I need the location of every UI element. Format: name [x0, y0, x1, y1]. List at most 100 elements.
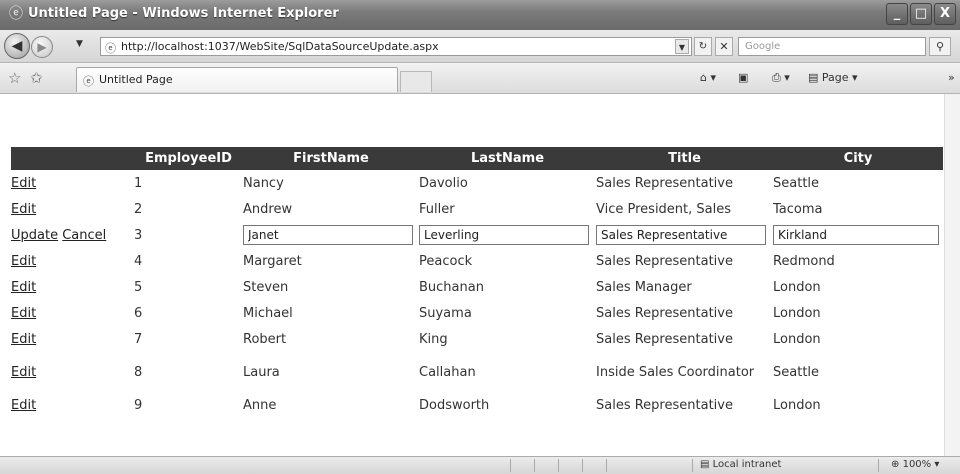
intranet-icon: ▤: [700, 459, 710, 470]
lastname-edit-cell: [419, 222, 596, 248]
command-cell: Edit: [11, 248, 134, 274]
tab-toolbar: ☆ ✩ ⓔ Untitled Page ⌂ ▾ ▣ ⎙ ▾ ▤ Page ▾ »: [0, 63, 960, 94]
status-divider: [510, 459, 511, 472]
page-menu-button[interactable]: ▤ Page ▾: [808, 71, 858, 84]
vertical-scrollbar[interactable]: [944, 94, 960, 456]
page-menu-label: Page: [821, 71, 849, 84]
city-cell: London: [773, 331, 821, 347]
address-dropdown-button[interactable]: ▼: [675, 39, 689, 54]
firstname-cell: Anne: [243, 397, 277, 413]
search-placeholder: Google: [745, 41, 781, 52]
search-input[interactable]: Google: [738, 37, 926, 56]
city-cell: London: [773, 279, 821, 295]
tab-label: Untitled Page: [99, 73, 173, 86]
firstname-input[interactable]: [243, 225, 413, 245]
edit-link[interactable]: Edit: [11, 254, 36, 269]
edit-link[interactable]: Edit: [11, 306, 36, 321]
stop-button[interactable]: ✕: [715, 37, 733, 56]
column-header-commands: [11, 147, 134, 170]
title-cell: Sales Representative: [596, 175, 733, 191]
page-content: EmployeeID FirstName LastName Title City…: [0, 94, 944, 456]
search-button[interactable]: ⚲: [929, 37, 951, 56]
city-cell: Seattle: [773, 364, 820, 380]
edit-link[interactable]: Edit: [11, 202, 36, 217]
employees-gridview: EmployeeID FirstName LastName Title City…: [11, 147, 943, 418]
table-row: Edit 6 Michael Suyama Sales Representati…: [11, 300, 943, 326]
table-row: Edit 8 Laura Callahan Inside Sales Coord…: [11, 352, 943, 392]
print-icon[interactable]: ⎙ ▾: [772, 71, 790, 85]
ie-page-icon: ⓔ: [83, 75, 94, 88]
table-row: Edit 4 Margaret Peacock Sales Representa…: [11, 248, 943, 274]
firstname-cell: Margaret: [243, 253, 302, 269]
forward-button[interactable]: ▶: [31, 36, 53, 58]
security-zone[interactable]: ▤ Local intranet: [700, 459, 781, 470]
edit-link[interactable]: Edit: [11, 398, 36, 413]
column-header-firstname[interactable]: FirstName: [243, 147, 419, 170]
edit-link[interactable]: Edit: [11, 365, 36, 380]
title-cell: Sales Representative: [596, 331, 733, 347]
title-cell: Inside Sales Coordinator: [596, 364, 755, 380]
edit-link[interactable]: Edit: [11, 176, 36, 191]
cancel-link[interactable]: Cancel: [62, 228, 106, 243]
close-button[interactable]: X: [934, 3, 956, 25]
table-row: Edit 2 Andrew Fuller Vice President, Sal…: [11, 196, 943, 222]
lastname-cell: Suyama: [419, 305, 472, 321]
lastname-input[interactable]: [419, 225, 589, 245]
ie-logo-icon: ⓔ: [9, 6, 23, 22]
firstname-cell: Laura: [243, 364, 280, 380]
refresh-button[interactable]: ↻: [694, 37, 712, 56]
edit-link[interactable]: Edit: [11, 332, 36, 347]
more-chevron-icon[interactable]: »: [948, 71, 955, 84]
zoom-control[interactable]: ⊕ 100% ▾: [891, 459, 939, 470]
update-link[interactable]: Update: [11, 228, 58, 243]
firstname-cell: Nancy: [243, 175, 284, 191]
new-tab-button[interactable]: [400, 71, 432, 92]
column-header-employeeid[interactable]: EmployeeID: [134, 147, 243, 170]
command-cell: Edit: [11, 392, 134, 418]
employeeid-cell: 4: [134, 253, 143, 269]
title-cell: Sales Representative: [596, 253, 733, 269]
employeeid-cell: 5: [134, 279, 143, 295]
favorites-star-icon[interactable]: ☆: [8, 69, 21, 87]
city-cell: Seattle: [773, 175, 820, 191]
lastname-cell: Peacock: [419, 253, 473, 269]
city-input[interactable]: [773, 225, 939, 245]
add-favorites-icon[interactable]: ✩: [30, 69, 43, 87]
status-divider: [582, 459, 583, 472]
page-icon: ⓔ: [105, 42, 116, 55]
maximize-button[interactable]: □: [910, 3, 932, 25]
employeeid-cell: 7: [134, 331, 143, 347]
back-button[interactable]: ◀: [4, 33, 30, 59]
minimize-button[interactable]: _: [886, 3, 908, 25]
column-header-title[interactable]: Title: [596, 147, 773, 170]
table-row: Edit 7 Robert King Sales Representative …: [11, 326, 943, 352]
column-header-city[interactable]: City: [773, 147, 943, 170]
title-edit-cell: [596, 222, 773, 248]
employeeid-cell: 1: [134, 175, 143, 191]
city-cell: London: [773, 305, 821, 321]
command-cell: Edit: [11, 196, 134, 222]
title-cell: Vice President, Sales: [596, 201, 732, 217]
status-divider: [534, 459, 535, 472]
feeds-icon[interactable]: ▣: [738, 71, 748, 84]
column-header-lastname[interactable]: LastName: [419, 147, 596, 170]
address-bar[interactable]: ⓔ http://localhost:1037/WebSite/SqlDataS…: [100, 37, 692, 56]
command-cell: Edit: [11, 352, 134, 392]
city-cell: Redmond: [773, 253, 835, 269]
recent-pages-dropdown[interactable]: ▼: [76, 39, 83, 49]
status-divider: [558, 459, 559, 472]
title-input[interactable]: [596, 225, 766, 245]
employeeid-cell: 8: [134, 364, 143, 380]
url-text: http://localhost:1037/WebSite/SqlDataSou…: [121, 40, 439, 53]
edit-row: Update Cancel 3: [11, 222, 943, 248]
caption-buttons: _ □ X: [886, 3, 956, 25]
tab-untitled-page[interactable]: ⓔ Untitled Page: [76, 67, 398, 92]
home-icon[interactable]: ⌂ ▾: [700, 71, 716, 84]
employeeid-cell: 2: [134, 201, 143, 217]
grid-header-row: EmployeeID FirstName LastName Title City: [11, 147, 943, 170]
status-divider: [878, 459, 879, 472]
edit-link[interactable]: Edit: [11, 280, 36, 295]
title-cell: Sales Manager: [596, 279, 692, 295]
city-cell: Tacoma: [773, 201, 823, 217]
lastname-cell: Callahan: [419, 364, 476, 380]
